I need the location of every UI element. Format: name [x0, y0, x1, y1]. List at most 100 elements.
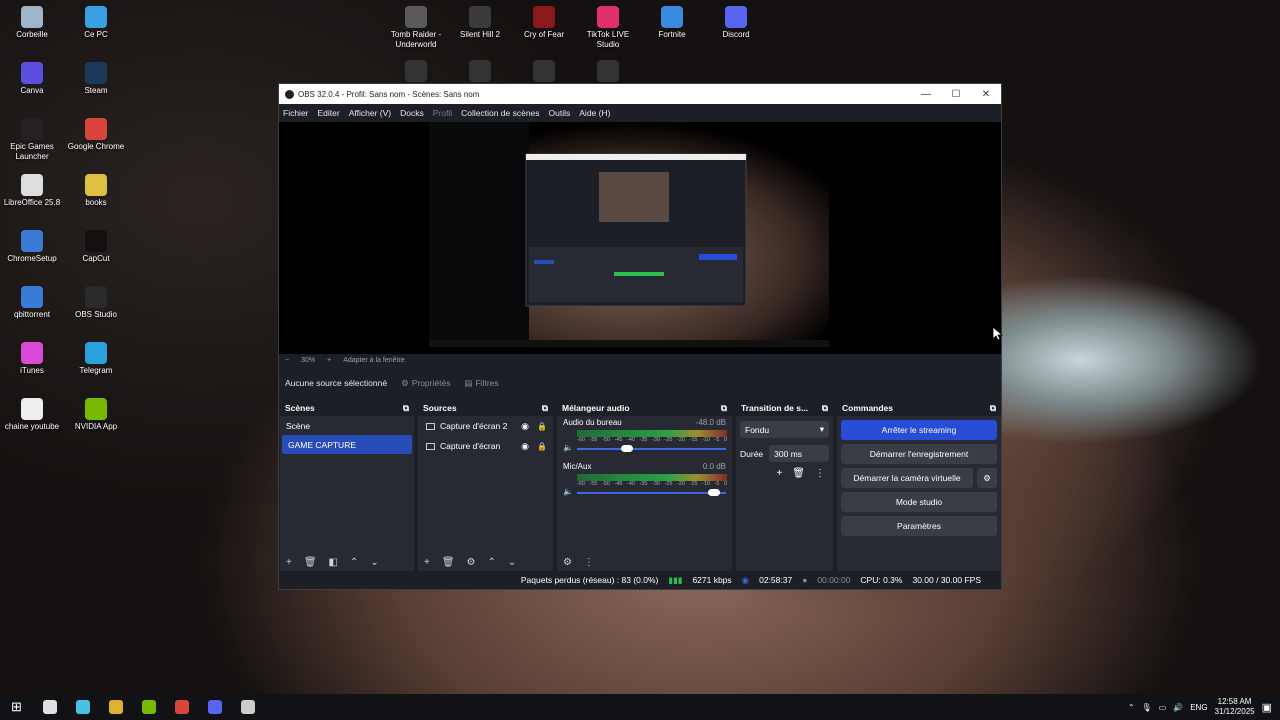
add-icon[interactable]: + — [286, 557, 292, 568]
desktop-icon[interactable]: Steam — [64, 62, 128, 96]
microphone-icon[interactable]: 🎙 — [1142, 703, 1152, 712]
start-recording-button[interactable]: Démarrer l'enregistrement — [841, 444, 997, 464]
app-icon[interactable] — [405, 60, 427, 82]
eye-icon[interactable]: ◉ — [521, 441, 529, 452]
menu-profile[interactable]: Profil — [433, 108, 452, 118]
desktop-icon[interactable]: TikTok LIVE Studio — [576, 6, 640, 50]
source-item[interactable]: Capture d'écran 2 ◉ 🔒 — [418, 416, 553, 436]
zoom-out-button[interactable]: − — [285, 357, 289, 364]
filters-button[interactable]: ▤ Filtres — [464, 378, 498, 389]
trash-icon[interactable]: 🗑 — [792, 468, 805, 479]
taskbar-app-obs[interactable] — [231, 694, 264, 720]
speaker-icon[interactable]: 🔈 — [563, 487, 573, 496]
add-icon[interactable]: + — [424, 557, 430, 568]
clock[interactable]: 12:58 AM 31/12/2025 — [1215, 697, 1255, 717]
desktop-icon[interactable]: Ce PC — [64, 6, 128, 40]
desktop-icon[interactable]: ChromeSetup — [0, 230, 64, 264]
volume-knob[interactable] — [708, 488, 721, 496]
source-item[interactable]: Capture d'écran ◉ 🔒 — [418, 436, 553, 456]
menu-file[interactable]: Fichier — [283, 108, 309, 118]
scene-item[interactable]: Scène — [280, 416, 414, 435]
menu-view[interactable]: Afficher (V) — [349, 108, 391, 118]
volume-slider[interactable] — [576, 488, 726, 496]
taskbar-app-explorer[interactable] — [99, 694, 132, 720]
desktop-icon[interactable]: Google Chrome — [64, 118, 128, 152]
settings-button[interactable]: Paramètres — [841, 516, 997, 536]
menu-scene-collection[interactable]: Collection de scènes — [461, 108, 539, 118]
undock-icon[interactable]: ⧉ — [822, 403, 828, 414]
volume-icon[interactable]: 🔊 — [1173, 703, 1183, 712]
start-button[interactable]: ⊞ — [0, 694, 33, 720]
transition-select[interactable]: Fondu ▾ — [740, 421, 829, 438]
studio-mode-button[interactable]: Mode studio — [841, 492, 997, 512]
taskbar-app-task-view[interactable] — [33, 694, 66, 720]
keyboard-layout[interactable]: ENG — [1190, 703, 1207, 712]
desktop-icon[interactable]: Discord — [704, 6, 768, 40]
minimize-button[interactable]: — — [911, 89, 941, 100]
filter-icon[interactable]: ◧ — [329, 557, 338, 568]
app-icon[interactable] — [469, 60, 491, 82]
notification-icon[interactable]: ▣ — [1262, 701, 1272, 714]
virtual-camera-settings-icon[interactable]: ⚙ — [977, 468, 997, 488]
desktop-icon[interactable]: Corbeille — [0, 6, 64, 40]
desktop-icon[interactable]: NVIDIA App — [64, 398, 128, 432]
desktop-icon[interactable]: Cry of Fear — [512, 6, 576, 40]
up-icon[interactable]: ⌃ — [350, 557, 358, 568]
menu-tools[interactable]: Outils — [549, 108, 571, 118]
taskbar-app-chrome[interactable] — [165, 694, 198, 720]
undock-icon[interactable]: ⧉ — [542, 403, 548, 414]
speaker-icon[interactable]: 🔈 — [563, 443, 573, 452]
duration-input[interactable]: 300 ms — [769, 445, 829, 462]
desktop-icon[interactable]: Tomb Raider - Underworld — [384, 6, 448, 50]
menu-help[interactable]: Aide (H) — [579, 108, 610, 118]
close-button[interactable]: ✕ — [971, 89, 1001, 100]
gear-icon[interactable]: ⚙ — [467, 557, 476, 568]
eye-icon[interactable]: ◉ — [521, 421, 529, 432]
desktop-icon[interactable]: OBS Studio — [64, 286, 128, 320]
desktop-icon[interactable]: Canva — [0, 62, 64, 96]
menu-edit[interactable]: Editer — [318, 108, 340, 118]
start-virtual-camera-button[interactable]: Démarrer la caméra virtuelle — [841, 468, 973, 488]
chevron-up-icon[interactable]: ⌃ — [1128, 703, 1135, 712]
taskbar-app-discord[interactable] — [198, 694, 231, 720]
advanced-audio-icon[interactable]: ⚙ — [563, 557, 572, 568]
undock-icon[interactable]: ⧉ — [403, 403, 409, 414]
volume-slider[interactable] — [576, 444, 726, 452]
menu-docks[interactable]: Docks — [400, 108, 424, 118]
trash-icon[interactable]: 🗑 — [442, 557, 455, 568]
desktop-icon[interactable]: qbittorrent — [0, 286, 64, 320]
undock-icon[interactable]: ⧉ — [990, 403, 996, 414]
more-icon[interactable]: ⋮ — [815, 468, 825, 479]
network-icon[interactable]: ▭ — [1159, 703, 1167, 712]
up-icon[interactable]: ⌃ — [488, 557, 496, 568]
desktop-icon[interactable]: books — [64, 174, 128, 208]
preview-canvas[interactable] — [279, 122, 1001, 354]
desktop-icon[interactable]: chaine youtube — [0, 398, 64, 432]
taskbar-app-copilot[interactable] — [66, 694, 99, 720]
desktop-icon[interactable]: Epic Games Launcher — [0, 118, 64, 162]
stop-streaming-button[interactable]: Arrêter le streaming — [841, 420, 997, 440]
properties-button[interactable]: ⚙ Propriétés — [401, 378, 450, 389]
zoom-in-button[interactable]: + — [327, 357, 331, 364]
volume-knob[interactable] — [621, 444, 634, 452]
maximize-button[interactable]: ☐ — [941, 89, 971, 100]
desktop-icon[interactable]: iTunes — [0, 342, 64, 376]
down-icon[interactable]: ⌄ — [508, 557, 516, 568]
more-icon[interactable]: ⋮ — [584, 557, 594, 568]
desktop-icon[interactable]: LibreOffice 25.8 — [0, 174, 64, 208]
desktop-icon[interactable]: Fortnite — [640, 6, 704, 40]
desktop-icon[interactable]: Silent Hill 2 — [448, 6, 512, 40]
add-icon[interactable]: + — [776, 468, 782, 479]
desktop-icon[interactable]: Telegram — [64, 342, 128, 376]
undock-icon[interactable]: ⧉ — [721, 403, 727, 414]
app-icon[interactable] — [597, 60, 619, 82]
desktop-icon[interactable]: CapCut — [64, 230, 128, 264]
lock-icon[interactable]: 🔒 — [537, 442, 547, 451]
trash-icon[interactable]: 🗑 — [304, 557, 317, 568]
fit-to-window-select[interactable]: Adapter à la fenêtre — [343, 357, 405, 364]
lock-icon[interactable]: 🔒 — [537, 422, 547, 431]
scene-item-selected[interactable]: GAME CAPTURE — [282, 435, 412, 454]
taskbar-app-nvidia[interactable] — [132, 694, 165, 720]
app-icon[interactable] — [533, 60, 555, 82]
down-icon[interactable]: ⌄ — [370, 557, 378, 568]
